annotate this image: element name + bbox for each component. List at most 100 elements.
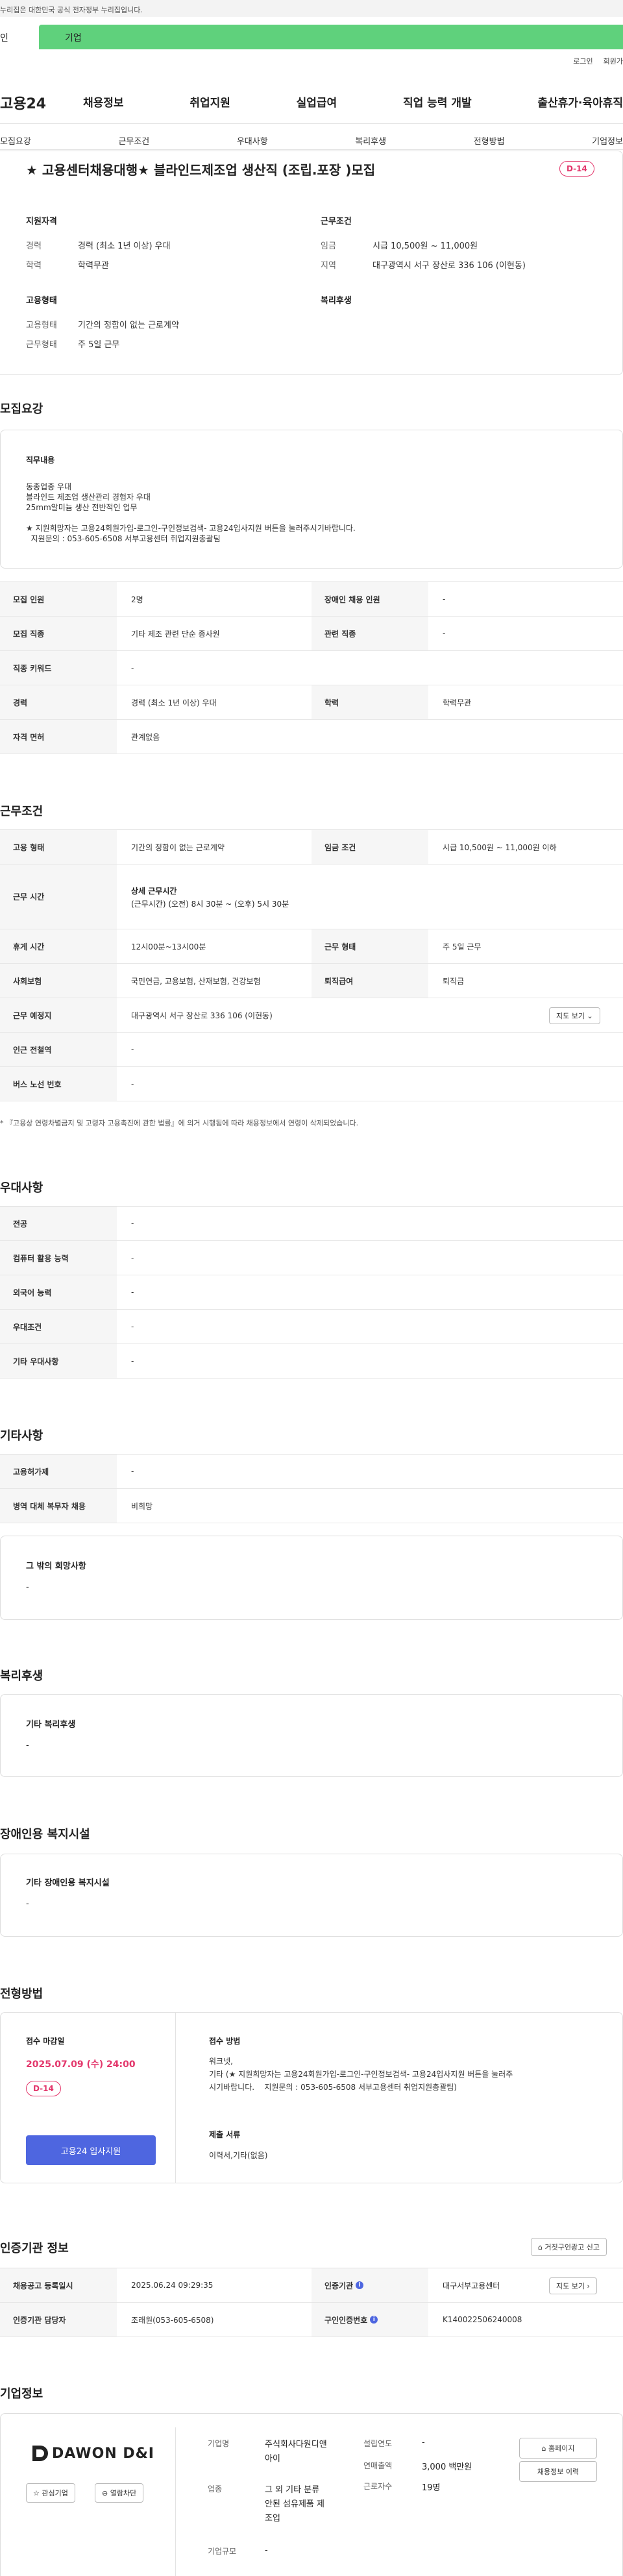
career-value: 경력 (최소 1년 이상) 우대 xyxy=(78,241,171,251)
method-line: 시기바랍니다. 지원문의 : 053-605-6508 서부고용센터 취업지원총… xyxy=(209,2083,457,2092)
table-key: 학력 xyxy=(312,685,428,719)
map-view-button[interactable]: 지도 보기 ⌄ xyxy=(549,1007,600,1024)
table-key: 컴퓨터 활용 능력 xyxy=(0,1241,117,1275)
disability-box-value: - xyxy=(26,1899,29,1909)
table-key: 자격 면허 xyxy=(0,720,117,754)
table-row: 우대조건 - xyxy=(0,1310,623,1344)
table-key: 고용허가제 xyxy=(0,1454,117,1488)
company-scale-label: 기업규모 xyxy=(208,2547,237,2556)
documents-heading: 제출 서류 xyxy=(209,2130,241,2139)
deadline-dday-badge: D-14 xyxy=(26,2081,61,2096)
table-row: 고용허가제 - xyxy=(0,1454,623,1489)
divider xyxy=(175,2427,176,2576)
disability-box xyxy=(0,1854,623,1937)
false-ad-report-label: 거짓구인광고 신고 xyxy=(544,2243,600,2251)
site-logo[interactable]: 고용24 xyxy=(0,92,46,113)
wage-item: 임금 시급 10,500원 ~ 11,000원 xyxy=(321,239,606,252)
tab-individual[interactable]: 인 xyxy=(0,25,39,49)
agency-map-button[interactable]: 지도 보기 › xyxy=(549,2277,597,2294)
cert-section-title: 인증기관 정보 xyxy=(0,2242,69,2255)
table-key: 인증기관 i xyxy=(312,2268,428,2302)
login-link[interactable]: 로그인 xyxy=(573,57,592,66)
gnb-training[interactable]: 직업 능력 개발 xyxy=(403,93,472,110)
homepage-button[interactable]: ⌂ 홈페이지 xyxy=(519,2438,597,2459)
table-key: 병역 대체 복무자 채용 xyxy=(0,1489,117,1523)
education-value: 학력무관 xyxy=(78,261,109,271)
table-key: 우대조건 xyxy=(0,1310,117,1343)
table-row: 인근 전철역 - xyxy=(0,1033,623,1067)
table-key: 휴게 시간 xyxy=(0,929,117,963)
etc-wish-value: - xyxy=(26,1582,29,1592)
divider xyxy=(0,149,623,150)
company-name-line: 아이 xyxy=(265,2454,280,2464)
table-value: 2025.06.24 09:29:35 xyxy=(131,2281,214,2290)
etc-table: 고용허가제 - 병역 대체 복무자 채용 비희망 xyxy=(0,1454,623,1523)
disability-box-heading: 기타 장애인용 복지시설 xyxy=(26,1878,110,1888)
table-row: 고용 형태 기간의 정함이 없는 근로계약 임금 조건 시급 10,500원 ~ 11… xyxy=(0,830,623,865)
table-value: 기간의 정함이 없는 근로계약 xyxy=(131,842,225,852)
snb-preference[interactable]: 우대사항 xyxy=(237,134,268,147)
table-row: 채용공고 등록일시 2025.06.24 09:29:35 인증기관 i 대구서부고… xyxy=(0,2268,623,2303)
worktype-value: 주 5일 근무 xyxy=(78,340,120,350)
area-value: 대구광역시 서구 장산로 336 106 (이현동) xyxy=(373,261,526,271)
employees-value: 19명 xyxy=(422,2483,441,2493)
founded-value: - xyxy=(422,2438,425,2447)
industry-value: 그 외 기타 분류 안된 섬유제품 제 조업 xyxy=(265,2483,324,2526)
gnb-unemployment[interactable]: 실업급여 xyxy=(297,93,337,110)
table-key: 경력 xyxy=(0,685,117,719)
gnb-jobs[interactable]: 채용정보 xyxy=(83,93,124,110)
job-title: ★ 고용센터채용대행★ 블라인드제조업 생산직 (조립.포장 )모집 xyxy=(26,162,376,178)
apply-button[interactable]: 고용24 입사지원 xyxy=(26,2135,156,2165)
area-label: 지역 xyxy=(321,261,336,271)
condition-heading: 근무조건 xyxy=(321,217,352,227)
duty-line: 25mm알미늄 생산 전반적인 업무 xyxy=(26,503,138,512)
cert-number-label: 구인인증번호 xyxy=(324,2315,368,2325)
home-alert-icon: ⌂ xyxy=(538,2243,545,2251)
table-value: 12시00분~13시00분 xyxy=(131,942,206,951)
false-ad-report-button[interactable]: ⌂ 거짓구인광고 신고 xyxy=(531,2238,607,2256)
favorite-company-button[interactable]: ☆ 관심기업 xyxy=(26,2483,75,2503)
block-view-button[interactable]: ⊖ 열람차단 xyxy=(95,2483,144,2503)
table-key: 관련 직종 xyxy=(312,617,428,650)
table-row: 자격 면허 관계없음 xyxy=(0,720,623,754)
tab-company[interactable]: 기업 xyxy=(39,25,623,49)
snb-recruit[interactable]: 모집요강 xyxy=(0,134,31,147)
company-name-line: 주식회사다원디앤 xyxy=(265,2440,327,2449)
company-name-value: 주식회사다원디앤아이 xyxy=(265,2438,327,2466)
gnb-employment-support[interactable]: 취업지원 xyxy=(189,93,230,110)
table-key: 근무 시간 xyxy=(0,865,117,929)
table-value: - xyxy=(131,1322,134,1331)
etc-wish-box xyxy=(0,1536,623,1620)
industry-line: 조업 xyxy=(265,2514,280,2523)
snb-selection[interactable]: 전형방법 xyxy=(474,134,505,147)
qualification-heading: 지원자격 xyxy=(26,217,57,227)
signup-link[interactable]: 회원가 xyxy=(604,57,623,66)
company-logo-text: DAWON D&I xyxy=(52,2446,154,2462)
table-row: 경력 경력 (최소 1년 이상) 우대 학력 학력무관 xyxy=(0,685,623,720)
gnb-leave[interactable]: 출산휴가·육아휴직 xyxy=(537,93,623,110)
job-history-button[interactable]: 채용정보 이력 xyxy=(519,2461,597,2482)
sales-label: 연매출액 xyxy=(363,2461,393,2470)
service-tab-bar: 인 기업 xyxy=(0,25,623,49)
company-logo: DAWON D&I xyxy=(30,2442,160,2468)
info-icon[interactable]: i xyxy=(370,2316,378,2324)
emptype-value: 기간의 정함이 없는 근로계약 xyxy=(78,321,179,330)
table-value: 국민연금, 고용보험, 산재보험, 건강보험 xyxy=(131,976,261,986)
table-row: 모집 인원 2명 장애인 채용 인원 - xyxy=(0,582,623,617)
industry-line: 안된 섬유제품 제 xyxy=(265,2499,324,2509)
career-item: 경력 경력 (최소 1년 이상) 우대 xyxy=(26,239,286,252)
snb-company[interactable]: 기업정보 xyxy=(592,134,623,147)
snb-conditions[interactable]: 근무조건 xyxy=(118,134,149,147)
table-row: 병역 대체 복무자 채용 비희망 xyxy=(0,1489,623,1523)
table-value: - xyxy=(131,1288,134,1297)
table-key: 직종 키워드 xyxy=(0,651,117,685)
work-hours-value: (근무시간) (오전) 8시 30분 ~ (오후) 5시 30분 xyxy=(131,900,289,909)
info-icon[interactable]: i xyxy=(356,2281,364,2289)
home-icon: ⌂ xyxy=(541,2444,548,2453)
table-row: 모집 직종 기타 제조 관련 단순 종사원 관련 직종 - xyxy=(0,617,623,651)
disability-section-title: 장애인용 복지시설 xyxy=(0,1828,90,1841)
employment-heading: 고용형태 xyxy=(26,296,57,306)
snb-welfare[interactable]: 복리후생 xyxy=(355,134,386,147)
work-table: 고용 형태 기간의 정함이 없는 근로계약 임금 조건 시급 10,500원 ~ 11… xyxy=(0,829,623,1101)
table-row: 휴게 시간 12시00분~13시00분 근무 형태 주 5일 근무 xyxy=(0,929,623,964)
